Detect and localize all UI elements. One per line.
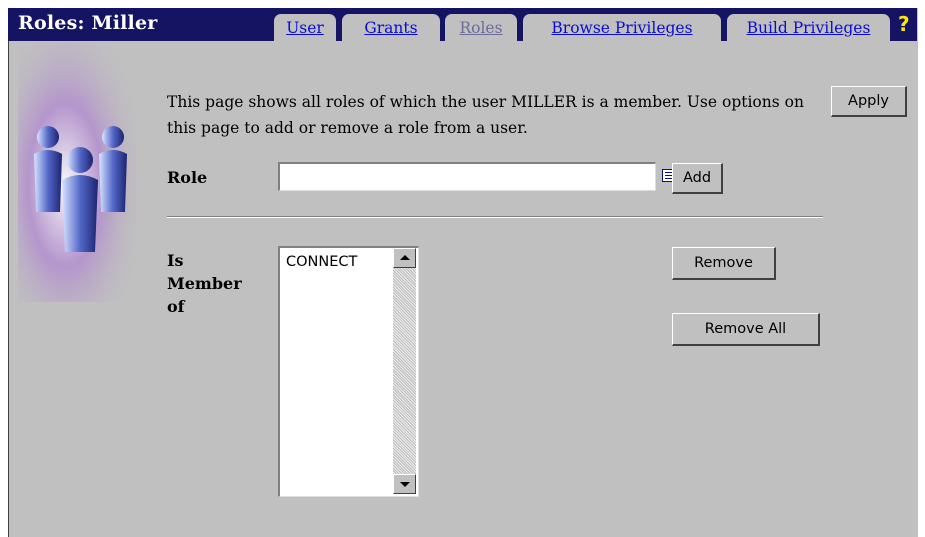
add-button[interactable]: Add [672,163,723,194]
member-label-line2: Member [167,274,242,293]
member-label-line1: Is [167,251,184,270]
scroll-down-button[interactable] [393,474,416,494]
apply-button[interactable]: Apply [831,86,907,117]
divider [167,216,823,218]
member-label-line3: of [167,297,185,316]
role-input[interactable] [278,162,656,191]
remove-all-button[interactable]: Remove All [672,313,820,346]
tab-user[interactable]: User [274,14,336,41]
remove-button[interactable]: Remove [672,247,776,280]
arrow-up-icon [400,255,410,260]
users-group-icon [18,42,136,302]
page-title: Roles: Miller [18,12,158,34]
scroll-up-button[interactable] [393,248,416,268]
help-icon[interactable]: ? [898,12,910,36]
tab-roles[interactable]: Roles [445,14,517,41]
arrow-down-icon [400,482,410,487]
list-item[interactable]: CONNECT [286,254,357,270]
list-scrollbar[interactable] [393,248,416,494]
tab-grants[interactable]: Grants [342,14,440,41]
page-description: This page shows all roles of which the u… [167,93,804,137]
tab-browse-privileges[interactable]: Browse Privileges [523,14,721,41]
role-label: Role [167,168,208,187]
tab-build-privileges[interactable]: Build Privileges [727,14,890,41]
